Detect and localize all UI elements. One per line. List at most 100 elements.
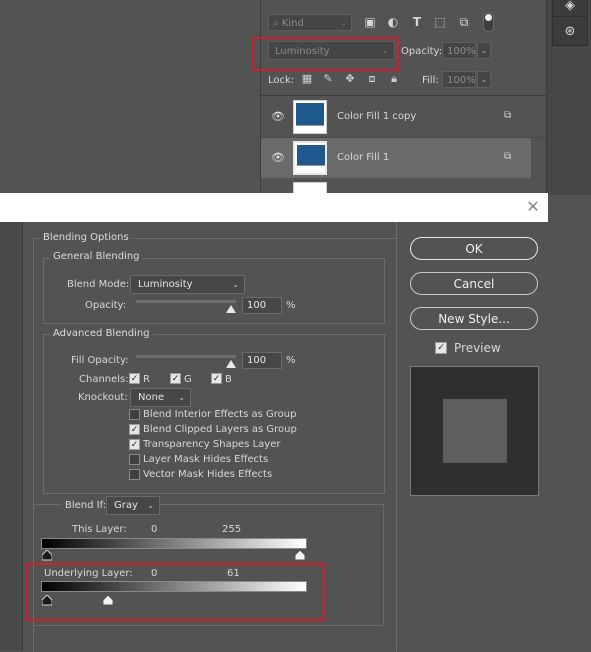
blend-if-value: Gray [114, 500, 138, 511]
blend-if-label: Blend If: [62, 500, 110, 511]
this-layer-white-handle[interactable] [295, 550, 305, 561]
close-icon[interactable]: ✕ [524, 198, 542, 216]
fill-input[interactable]: 100% [442, 71, 476, 88]
opacity-input[interactable]: 100% [442, 42, 476, 59]
channel-r-label: R [143, 374, 150, 385]
preview-checkbox[interactable]: ✓ [435, 342, 447, 354]
fill-dropdown-button[interactable]: ⌄ [477, 71, 491, 88]
channel-g-checkbox[interactable]: ✓ [170, 373, 181, 384]
channel-b-label: B [225, 374, 232, 385]
lock-image-pixels-icon[interactable]: ✎ [321, 72, 335, 86]
layer-mask-hides-label: Layer Mask Hides Effects [143, 454, 269, 465]
lock-label: Lock: [268, 75, 295, 86]
opacity-slider-track[interactable] [136, 300, 236, 303]
visibility-eye-icon[interactable]: 👁︎ [271, 110, 285, 124]
divider [261, 95, 547, 96]
vertical-divider [396, 222, 397, 651]
knockout-value: None [138, 392, 165, 403]
ok-button[interactable]: OK [410, 237, 538, 260]
shape-filter-icon[interactable]: ⬚ [432, 14, 448, 30]
opacity-slider-thumb[interactable] [226, 305, 236, 313]
smart-object-filter-icon[interactable]: ⧉ [456, 14, 472, 30]
chevron-down-icon: ⌄ [147, 501, 154, 510]
opacity-dropdown-button[interactable]: ⌄ [477, 42, 491, 59]
smart-object-badge-icon: ⧉ [504, 151, 512, 162]
blend-clipped-label: Blend Clipped Layers as Group [143, 424, 297, 435]
channel-b-checkbox[interactable]: ✓ [211, 373, 222, 384]
this-layer-high-value: 255 [222, 524, 242, 535]
fill-label: Fill: [422, 75, 439, 86]
layer-mask-hides-checkbox[interactable] [129, 454, 140, 465]
color-swatch [296, 103, 324, 125]
fill-opacity-label: Fill Opacity: [71, 355, 129, 366]
kind-filter-label: Kind [281, 18, 304, 29]
opacity-input[interactable]: 100 [242, 297, 282, 314]
layer-thumbnail[interactable] [293, 100, 327, 134]
channel-g-label: G [184, 374, 192, 385]
blend-mode-value: Luminosity [138, 279, 193, 290]
knockout-label: Knockout: [78, 392, 128, 403]
layer-name[interactable]: Color Fill 1 [337, 152, 389, 163]
dialog-title-bar: ✕ [0, 193, 548, 222]
color-swatch [297, 145, 325, 167]
layer-name[interactable]: Color Fill 1 copy [337, 111, 416, 122]
search-icon: ⌕ [273, 18, 279, 29]
opacity-label: Opacity: [401, 46, 443, 57]
chevron-down-icon: ⌄ [341, 19, 347, 27]
lock-artboard-icon[interactable]: ⧈ [365, 72, 379, 86]
channels-panel-icon[interactable]: ⊛ [552, 16, 588, 46]
layer-thumbnail[interactable] [293, 141, 327, 175]
highlight-box [252, 37, 399, 71]
new-style-button[interactable]: New Style... [410, 307, 538, 330]
this-layer-black-handle[interactable] [42, 550, 52, 561]
channel-r-checkbox[interactable]: ✓ [129, 373, 140, 384]
opacity-label: Opacity: [85, 300, 127, 311]
blend-clipped-checkbox[interactable]: ✓ [129, 424, 140, 435]
preview-swatch [443, 399, 507, 463]
thumbnail-bar [296, 125, 324, 131]
blend-mode-label: Blend Mode: [67, 279, 130, 290]
kind-filter-select[interactable]: ⌕ Kind ⌄ [268, 14, 352, 31]
cancel-button[interactable]: Cancel [410, 272, 538, 295]
type-filter-icon[interactable]: T [409, 14, 425, 30]
this-layer-label: This Layer: [72, 524, 127, 535]
blending-options-title: Blending Options [40, 232, 132, 243]
fill-opacity-slider-track[interactable] [136, 355, 236, 358]
advanced-blending-title: Advanced Blending [50, 328, 153, 339]
lock-transparent-pixels-icon[interactable]: ▦ [300, 72, 314, 86]
adjustment-filter-icon[interactable]: ◐ [385, 14, 401, 30]
image-filter-icon[interactable]: ▣ [362, 14, 378, 30]
visibility-eye-icon[interactable]: 👁︎ [271, 151, 285, 165]
blend-interior-checkbox[interactable] [129, 409, 140, 420]
preview-label: Preview [454, 341, 501, 355]
fill-opacity-input[interactable]: 100 [242, 352, 282, 369]
filter-toggle[interactable] [483, 12, 494, 32]
layers-panel: ⌕ Kind ⌄ ▣ ◐ T ⬚ ⧉ Luminosity ⌄ Opacity:… [260, 0, 547, 195]
thumbnail-bar [297, 165, 325, 171]
vector-mask-hides-label: Vector Mask Hides Effects [143, 469, 273, 480]
lock-position-icon[interactable]: ✥ [343, 72, 357, 86]
blend-interior-label: Blend Interior Effects as Group [143, 409, 297, 420]
percent-label: % [286, 355, 296, 366]
knockout-select[interactable]: None ⌄ [130, 388, 191, 407]
blend-if-select[interactable]: Gray ⌄ [106, 496, 160, 515]
general-blending-title: General Blending [50, 251, 143, 262]
lock-all-icon[interactable]: 🔒︎ [387, 72, 401, 86]
chevron-down-icon: ⌄ [232, 280, 239, 289]
toggle-knob [485, 14, 492, 21]
layer-row[interactable]: 👁︎ Color Fill 1 copy ⧉ [261, 97, 531, 137]
transparency-shapes-label: Transparency Shapes Layer [143, 439, 281, 450]
blend-mode-select[interactable]: Luminosity ⌄ [130, 275, 245, 294]
panel-icon-strip: ◈ ⊛ [546, 0, 591, 195]
chevron-down-icon: ⌄ [178, 393, 185, 402]
percent-label: % [286, 300, 296, 311]
vector-mask-hides-checkbox[interactable] [129, 469, 140, 480]
channels-label: Channels: [79, 374, 129, 385]
styles-list-pane [0, 222, 23, 651]
this-layer-low-value: 0 [151, 524, 158, 535]
transparency-shapes-checkbox[interactable]: ✓ [129, 439, 140, 450]
highlight-box [26, 563, 325, 621]
this-layer-gradient [41, 538, 307, 549]
layer-row-selected[interactable]: 👁︎ Color Fill 1 ⧉ [261, 138, 531, 178]
fill-opacity-slider-thumb[interactable] [226, 360, 236, 368]
